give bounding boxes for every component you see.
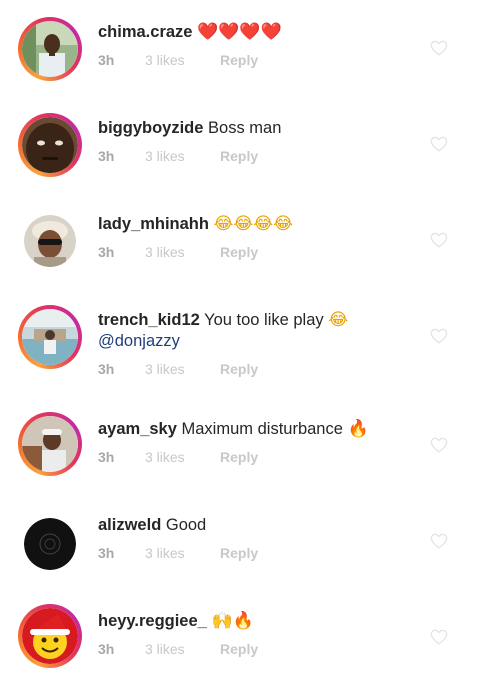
laughing-emoji: 😂 bbox=[328, 310, 349, 330]
avatar-poolside-icon bbox=[22, 309, 78, 365]
laughing-emoji: 😂😂😂😂 bbox=[213, 214, 294, 234]
reply-button[interactable]: Reply bbox=[220, 361, 258, 377]
avatar[interactable] bbox=[22, 608, 78, 664]
timestamp: 3h bbox=[98, 52, 115, 68]
avatar-man-cap-icon bbox=[22, 416, 78, 472]
avatar-woman-sunglasses-icon bbox=[24, 215, 76, 267]
likes-count[interactable]: 3 likes bbox=[145, 52, 220, 68]
likes-count[interactable]: 3 likes bbox=[145, 545, 220, 561]
comment-meta: 3h 3 likes Reply bbox=[98, 641, 258, 657]
heart-outline-icon[interactable] bbox=[430, 437, 448, 453]
avatar-santa-emoji-icon bbox=[22, 608, 78, 664]
timestamp: 3h bbox=[98, 148, 115, 164]
comment-text: trench_kid12 You too like play 😂 @donjaz… bbox=[98, 310, 420, 352]
heart-outline-icon[interactable] bbox=[430, 232, 448, 248]
comment-meta: 3h 3 likes Reply bbox=[98, 244, 258, 260]
reply-button[interactable]: Reply bbox=[220, 641, 258, 657]
username[interactable]: heyy.reggiee_ bbox=[98, 612, 207, 630]
likes-count[interactable]: 3 likes bbox=[145, 148, 220, 164]
story-ring[interactable] bbox=[18, 17, 82, 81]
comment-body: Boss man bbox=[208, 119, 282, 137]
story-ring[interactable] bbox=[18, 305, 82, 369]
timestamp: 3h bbox=[98, 449, 115, 465]
avatar[interactable] bbox=[22, 117, 78, 173]
username[interactable]: ayam_sky bbox=[98, 420, 177, 438]
username[interactable]: alizweld bbox=[98, 516, 161, 534]
comment-body: You too like play bbox=[204, 311, 324, 329]
reply-button[interactable]: Reply bbox=[220, 148, 258, 164]
story-ring[interactable] bbox=[18, 113, 82, 177]
username[interactable]: lady_mhinahh bbox=[98, 215, 209, 233]
comment-meta: 3h 3 likes Reply bbox=[98, 52, 258, 68]
comment-text: ayam_sky Maximum disturbance 🔥 bbox=[98, 419, 420, 440]
username[interactable]: trench_kid12 bbox=[98, 311, 200, 329]
comment-meta: 3h 3 likes Reply bbox=[98, 361, 258, 377]
comment-text: chima.craze ❤️❤️❤️❤️ bbox=[98, 22, 420, 43]
likes-count[interactable]: 3 likes bbox=[145, 361, 220, 377]
fire-emoji: 🔥 bbox=[347, 419, 369, 439]
reply-button[interactable]: Reply bbox=[220, 545, 258, 561]
comment-meta: 3h 3 likes Reply bbox=[98, 148, 258, 164]
avatar-man-outdoors-icon bbox=[22, 21, 78, 77]
raised-hands-fire-emoji: 🙌🔥 bbox=[211, 611, 254, 631]
avatar-black-logo-icon bbox=[24, 518, 76, 570]
story-ring[interactable] bbox=[18, 604, 82, 668]
heart-outline-icon[interactable] bbox=[430, 629, 448, 645]
comment-text: alizweld Good bbox=[98, 515, 420, 536]
reply-button[interactable]: Reply bbox=[220, 449, 258, 465]
reply-button[interactable]: Reply bbox=[220, 52, 258, 68]
avatar[interactable] bbox=[24, 215, 76, 267]
reply-button[interactable]: Reply bbox=[220, 244, 258, 260]
likes-count[interactable]: 3 likes bbox=[145, 641, 220, 657]
mention-link[interactable]: @donjazzy bbox=[98, 332, 180, 350]
heart-outline-icon[interactable] bbox=[430, 328, 448, 344]
comment-text: lady_mhinahh 😂😂😂😂 bbox=[98, 214, 420, 235]
timestamp: 3h bbox=[98, 545, 115, 561]
avatar-face-closeup-icon bbox=[22, 117, 78, 173]
avatar[interactable] bbox=[24, 518, 76, 570]
comment-meta: 3h 3 likes Reply bbox=[98, 545, 258, 561]
likes-count[interactable]: 3 likes bbox=[145, 244, 220, 260]
comment-body: Maximum disturbance bbox=[181, 420, 343, 438]
story-ring[interactable] bbox=[18, 412, 82, 476]
avatar[interactable] bbox=[22, 416, 78, 472]
timestamp: 3h bbox=[98, 641, 115, 657]
username[interactable]: biggyboyzide bbox=[98, 119, 203, 137]
avatar-frame[interactable] bbox=[18, 512, 82, 576]
hearts-emoji: ❤️❤️❤️❤️ bbox=[197, 22, 282, 42]
comment-text: heyy.reggiee_ 🙌🔥 bbox=[98, 611, 420, 632]
heart-outline-icon[interactable] bbox=[430, 533, 448, 549]
timestamp: 3h bbox=[98, 244, 115, 260]
avatar-frame[interactable] bbox=[18, 209, 82, 273]
likes-count[interactable]: 3 likes bbox=[145, 449, 220, 465]
comment-meta: 3h 3 likes Reply bbox=[98, 449, 258, 465]
heart-outline-icon[interactable] bbox=[430, 136, 448, 152]
comment-text: biggyboyzide Boss man bbox=[98, 118, 420, 139]
username[interactable]: chima.craze bbox=[98, 23, 192, 41]
avatar[interactable] bbox=[22, 21, 78, 77]
comment-body: Good bbox=[165, 516, 207, 534]
heart-outline-icon[interactable] bbox=[430, 40, 448, 56]
timestamp: 3h bbox=[98, 361, 115, 377]
avatar[interactable] bbox=[22, 309, 78, 365]
